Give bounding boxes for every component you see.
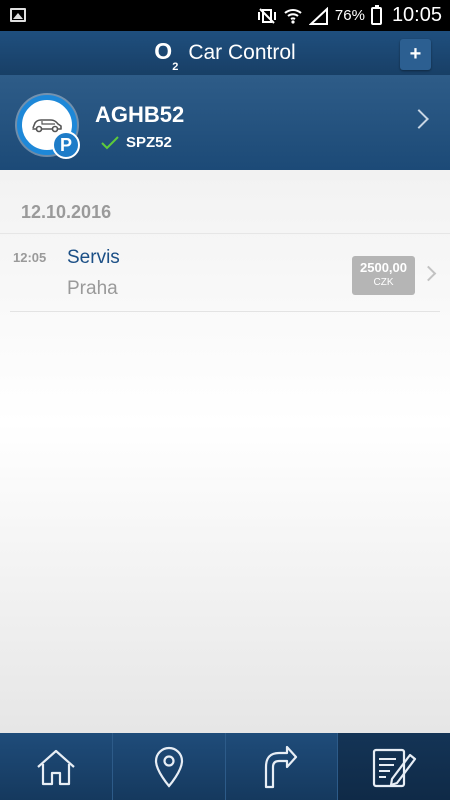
trip-list: 12.10.2016 12:05 Servis Praha 2500,00 CZ… [0, 170, 450, 733]
chevron-right-icon [420, 265, 437, 282]
route-arrow-icon [265, 745, 298, 788]
nav-logbook[interactable] [338, 733, 450, 800]
date-heading: 12.10.2016 [21, 202, 112, 222]
home-icon [37, 749, 75, 785]
price-amount: 2500,00 [360, 260, 407, 275]
nav-home[interactable] [0, 733, 113, 800]
item-time: 12:05 [13, 250, 47, 265]
o2-logo: O2 [154, 38, 179, 73]
add-button[interactable]: + [400, 39, 431, 70]
status-bar: 76% 10:05 [0, 0, 450, 31]
check-icon [101, 135, 119, 149]
list-item[interactable]: 12:05 Servis Praha 2500,00 CZK [0, 237, 450, 311]
price-currency: CZK [373, 277, 394, 288]
parking-badge-icon: P [52, 131, 80, 159]
signal-icon [308, 6, 328, 25]
battery-icon [370, 4, 382, 25]
car-plate-row: SPZ52 [100, 134, 172, 151]
price-badge: 2500,00 CZK [352, 256, 415, 295]
app-title: Car Control [188, 41, 296, 64]
car-name: AGHB52 [95, 102, 185, 127]
car-header[interactable]: P AGHB52 SPZ52 [0, 75, 450, 170]
location-pin-icon [154, 746, 183, 788]
nav-routes[interactable] [226, 733, 339, 800]
app-bar: O2 Car Control + [0, 31, 450, 75]
vibrate-mute-icon [257, 7, 276, 24]
battery-percent: 76% [334, 7, 365, 24]
car-icon [32, 119, 62, 133]
chevron-right-icon [409, 109, 429, 129]
gallery-notification-icon [10, 8, 26, 22]
nav-location[interactable] [113, 733, 226, 800]
bottom-nav [0, 733, 450, 800]
logbook-edit-icon [373, 748, 417, 787]
divider [0, 233, 450, 234]
clock: 10:05 [391, 4, 442, 26]
item-title: Servis [67, 247, 120, 268]
status-icons: 76% 10:05 [257, 0, 442, 31]
wifi-icon [284, 8, 302, 24]
car-plate: SPZ52 [126, 134, 172, 151]
divider [10, 311, 440, 312]
item-location: Praha [67, 278, 118, 299]
